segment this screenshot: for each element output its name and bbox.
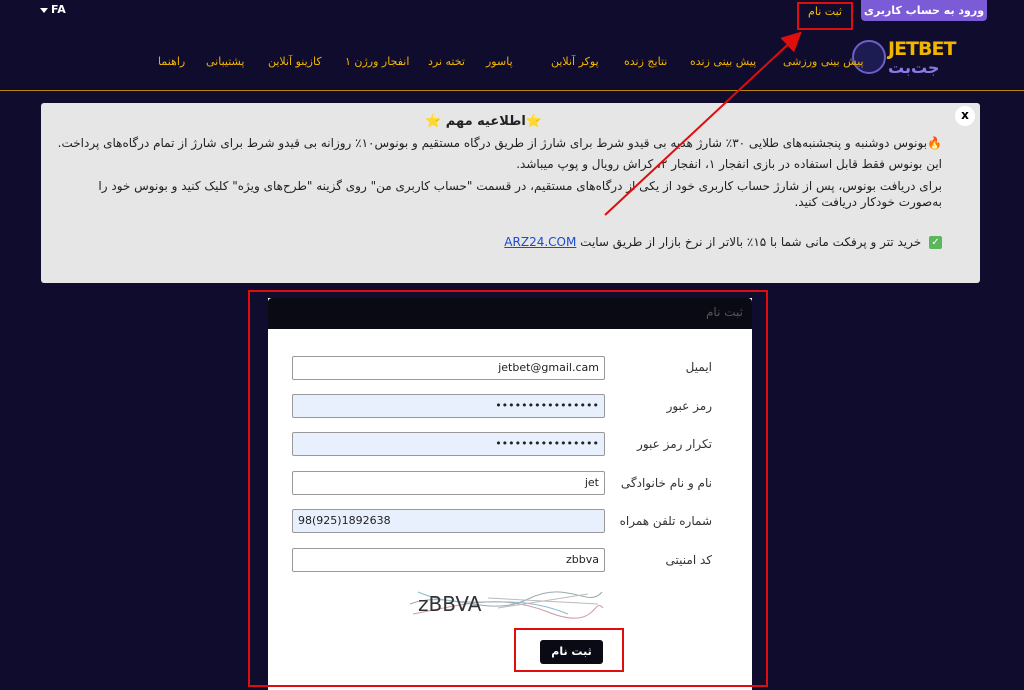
form-highlight-box [248, 290, 768, 687]
submit-highlight-box [514, 628, 624, 672]
